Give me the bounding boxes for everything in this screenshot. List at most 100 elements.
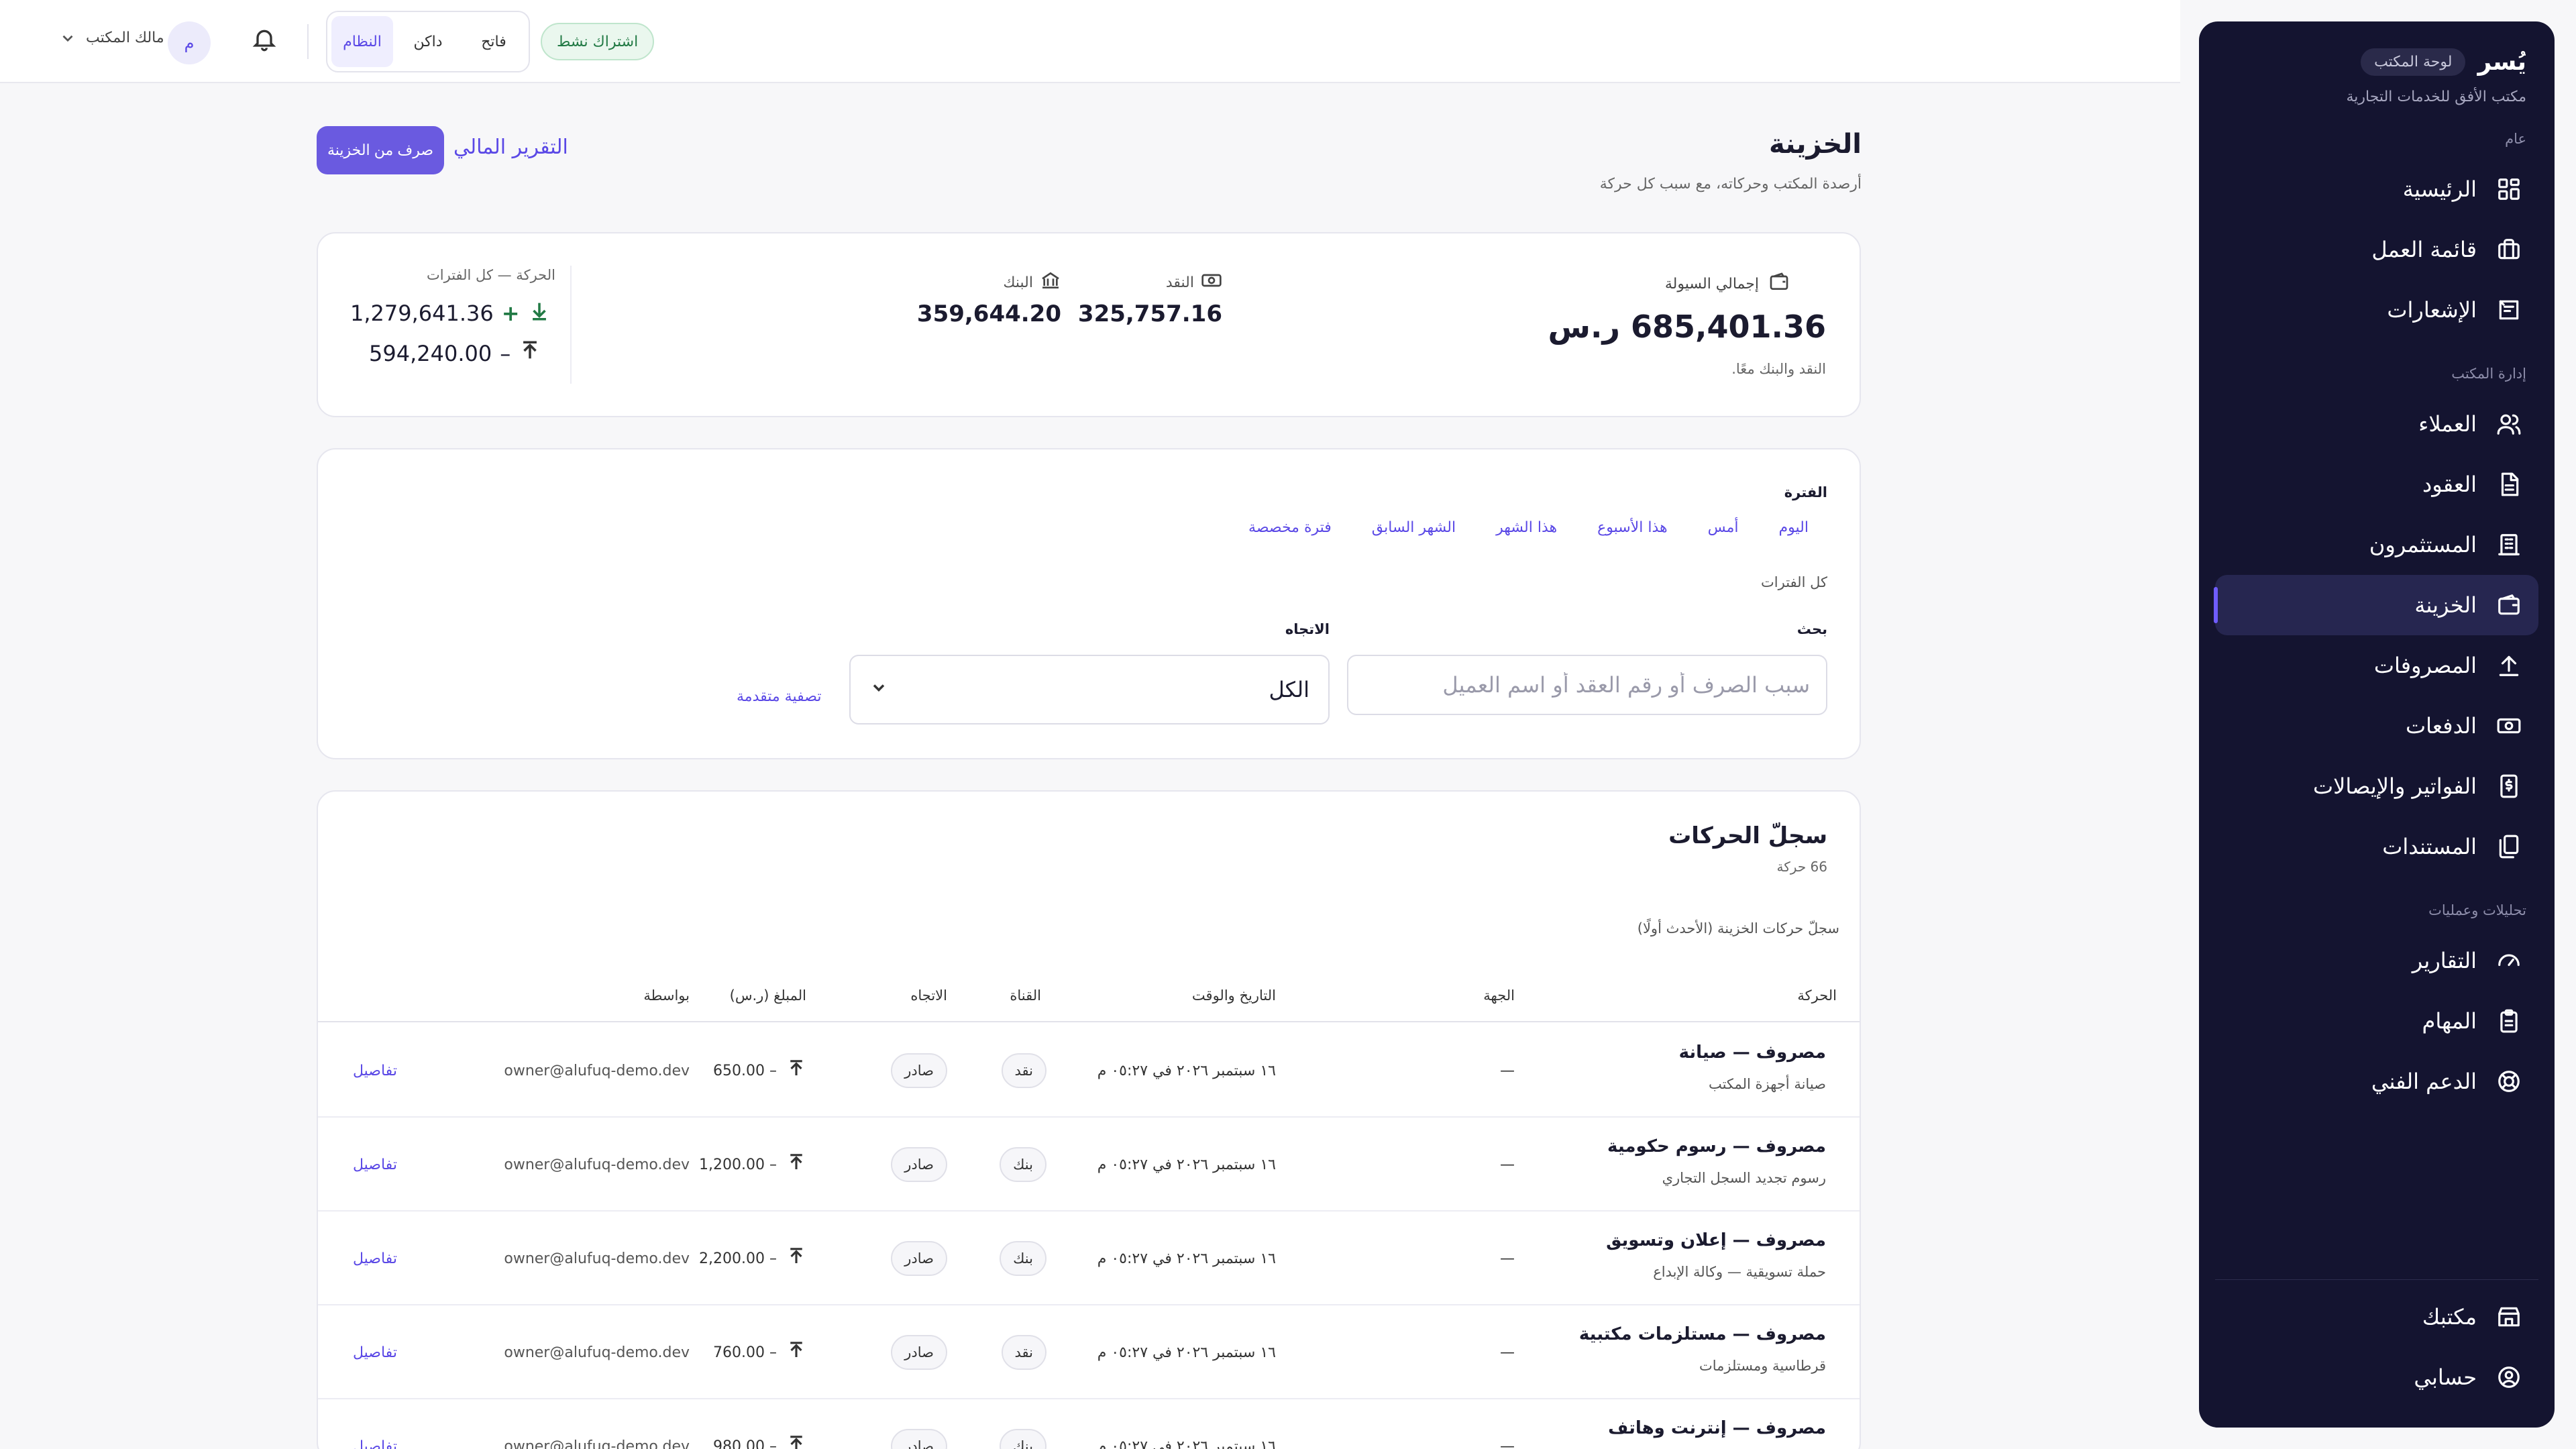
datetime-cell: ١٦ سبتمبر ٢٠٢٦ في ٠٥:٢٧ م xyxy=(1097,1062,1276,1079)
cash-icon xyxy=(2496,712,2522,739)
period-today[interactable]: اليوم xyxy=(1779,519,1809,536)
party-cell: — xyxy=(1500,1344,1515,1361)
subscription-status-badge: اشتراك نشط xyxy=(541,23,655,60)
search-input[interactable] xyxy=(1347,655,1827,715)
sidebar-item-treasury[interactable]: الخزينة xyxy=(2214,575,2538,635)
details-link[interactable]: تفاصيل xyxy=(353,1053,397,1088)
theme-switcher: النظام داكن فاتح xyxy=(326,11,530,72)
header-by: بواسطة xyxy=(643,987,690,1004)
users-icon xyxy=(2496,411,2522,437)
advanced-filter-link[interactable]: تصفية متقدمة xyxy=(737,688,821,705)
bell-icon[interactable] xyxy=(246,25,278,58)
sidebar-item-label: قائمة العمل xyxy=(2371,237,2477,262)
sidebar-item-account[interactable]: حسابي xyxy=(2215,1347,2538,1407)
sidebar-item-support[interactable]: الدعم الفني xyxy=(2215,1051,2538,1112)
summary-divider xyxy=(570,266,572,384)
document-icon xyxy=(2496,471,2522,498)
amount-cell: – 650.00 xyxy=(713,1053,806,1088)
sidebar-item-label: الفواتير والإيصالات xyxy=(2312,773,2477,799)
datetime-cell: ١٦ سبتمبر ٢٠٢٦ في ٠٥:٢٧ م xyxy=(1097,1156,1276,1173)
owner-menu-label[interactable]: مالك المكتب xyxy=(86,30,164,46)
sidebar-section-office: إدارة المكتب xyxy=(2451,366,2526,382)
inflow-sign: + xyxy=(501,301,520,326)
topbar: اشتراك نشط النظام داكن فاتح م مالك المكت… xyxy=(0,0,2180,83)
sidebar-item-label: التقارير xyxy=(2412,948,2477,973)
outflow-value: 594,240.00 xyxy=(369,341,492,366)
sidebar-item-documents[interactable]: المستندات xyxy=(2215,816,2538,877)
direction-select[interactable]: الكل xyxy=(849,655,1330,724)
sidebar-item-label: مكتبك xyxy=(2422,1304,2477,1330)
movement-title: مصروف — مستلزمات مكتبية xyxy=(1578,1324,1826,1344)
table-row: مصروف — إعلان وتسويق حملة تسويقية — وكال… xyxy=(318,1212,1860,1305)
sidebar-item-reports[interactable]: التقارير xyxy=(2215,930,2538,991)
details-link[interactable]: تفاصيل xyxy=(353,1147,397,1182)
period-last-month[interactable]: الشهر السابق xyxy=(1372,519,1456,536)
lifebuoy-icon xyxy=(2496,1068,2522,1095)
details-link[interactable]: تفاصيل xyxy=(353,1429,397,1449)
period-yesterday[interactable]: أمس xyxy=(1708,519,1739,536)
sidebar-item-home[interactable]: الرئيسية xyxy=(2215,159,2538,219)
sidebar-item-worklist[interactable]: قائمة العمل xyxy=(2215,219,2538,280)
datetime-cell: ١٦ سبتمبر ٢٠٢٦ في ٠٥:٢٧ م xyxy=(1097,1344,1276,1361)
sidebar-bottom: مكتبك حسابي xyxy=(2215,1287,2538,1407)
topbar-divider xyxy=(307,24,309,59)
sidebar-item-invoices[interactable]: الفواتير والإيصالات xyxy=(2215,756,2538,816)
header-channel: القناة xyxy=(1010,987,1041,1004)
sidebar-item-expenses[interactable]: المصروفات xyxy=(2215,635,2538,696)
chevron-down-icon[interactable] xyxy=(56,30,76,50)
arrow-up-icon xyxy=(786,1434,806,1449)
sidebar-item-notifications[interactable]: الإشعارات xyxy=(2215,280,2538,340)
amount-value: – 980.00 xyxy=(713,1438,777,1449)
theme-system-button[interactable]: النظام xyxy=(331,16,393,67)
arrow-up-icon xyxy=(786,1152,806,1177)
direction-chip: صادر xyxy=(891,1053,947,1088)
wallet-icon xyxy=(2496,592,2522,619)
brand-tag: لوحة المكتب xyxy=(2361,48,2466,76)
invoice-icon xyxy=(2496,773,2522,800)
header-party: الجهة xyxy=(1483,987,1515,1004)
sidebar-item-office[interactable]: مكتبك xyxy=(2215,1287,2538,1347)
movement-subtitle: قرطاسية ومستلزمات xyxy=(1699,1358,1826,1374)
inflow-total: + 1,279,641.36 xyxy=(350,299,551,327)
page-subtitle: أرصدة المكتب وحركاته، مع سبب كل حركة xyxy=(1599,176,1862,193)
amount-value: – 760.00 xyxy=(713,1344,777,1361)
direction-chip: صادر xyxy=(891,1147,947,1182)
details-link[interactable]: تفاصيل xyxy=(353,1241,397,1276)
amount-cell: – 2,200.00 xyxy=(699,1241,806,1276)
gauge-icon xyxy=(2496,947,2522,974)
datetime-cell: ١٦ سبتمبر ٢٠٢٦ في ٠٥:٢٧ م xyxy=(1097,1438,1276,1449)
header-movement: الحركة xyxy=(1797,987,1837,1004)
details-link[interactable]: تفاصيل xyxy=(353,1335,397,1370)
party-cell: — xyxy=(1500,1250,1515,1267)
table-header: الحركة الجهة التاريخ والوقت القناة الاتج… xyxy=(318,969,1860,1022)
table-row: مصروف — رسوم حكومية رسوم تجديد السجل الت… xyxy=(318,1118,1860,1212)
theme-light-button[interactable]: فاتح xyxy=(463,16,525,67)
sidebar-item-contracts[interactable]: العقود xyxy=(2215,454,2538,515)
period-this-month[interactable]: هذا الشهر xyxy=(1496,519,1557,536)
period-this-week[interactable]: هذا الأسبوع xyxy=(1597,519,1667,536)
channel-chip: بنك xyxy=(1000,1147,1046,1182)
period-custom[interactable]: فترة مخصصة xyxy=(1248,519,1332,536)
channel-chip: بنك xyxy=(1000,1429,1046,1449)
avatar[interactable]: م xyxy=(168,21,211,64)
sidebar-item-label: العقود xyxy=(2422,472,2477,497)
cash-icon xyxy=(1201,270,1222,295)
arrow-up-icon xyxy=(786,1340,806,1364)
sidebar-item-payments[interactable]: الدفعات xyxy=(2215,696,2538,756)
movement-label: الحركة — كل الفترات xyxy=(427,267,555,283)
movement-subtitle: حملة تسويقية — وكالة الإبداع xyxy=(1653,1264,1826,1280)
period-options: اليوم أمس هذا الأسبوع هذا الشهر الشهر ال… xyxy=(1248,519,1809,536)
transactions-count: 66 حركة xyxy=(1776,859,1827,875)
sidebar-item-tasks[interactable]: المهام xyxy=(2215,991,2538,1051)
sidebar-item-clients[interactable]: العملاء xyxy=(2215,394,2538,454)
spend-from-treasury-button[interactable]: صرف من الخزينة xyxy=(317,126,444,174)
amount-value: – 1,200.00 xyxy=(699,1156,777,1173)
sidebar-item-investors[interactable]: المستثمرون xyxy=(2215,515,2538,575)
arrow-up-icon xyxy=(786,1246,806,1271)
financial-report-link[interactable]: التقرير المالي xyxy=(453,136,568,159)
movement-subtitle: صيانة أجهزة المكتب xyxy=(1708,1076,1826,1092)
bank-icon xyxy=(1040,270,1061,295)
theme-dark-button[interactable]: داكن xyxy=(397,16,459,67)
wallet-icon xyxy=(1768,271,1790,297)
amount-cell: – 980.00 xyxy=(713,1429,806,1449)
